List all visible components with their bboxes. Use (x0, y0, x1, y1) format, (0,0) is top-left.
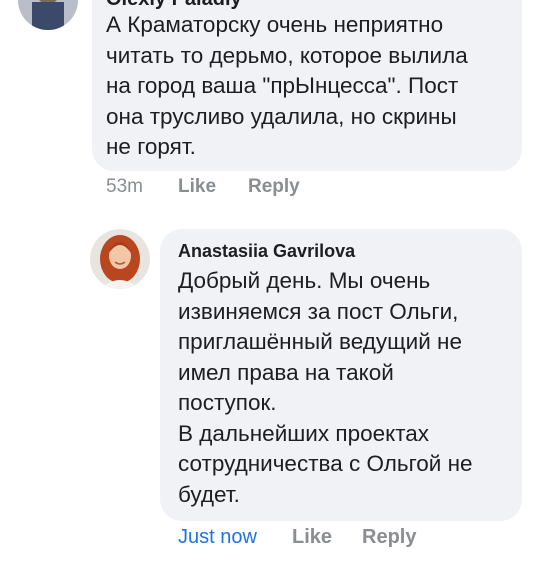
comment-timestamp[interactable]: Just now (178, 526, 292, 549)
comment-actions: Just now Like Reply (178, 524, 416, 550)
avatar[interactable] (90, 229, 150, 289)
like-button[interactable]: Like (292, 526, 362, 549)
comment-text: А Краматорску очень неприятно читать то … (106, 12, 468, 159)
like-button[interactable]: Like (178, 176, 248, 198)
comment-text: Добрый день. Мы очень извиняемся за пост… (178, 268, 473, 507)
avatar[interactable] (18, 0, 78, 30)
comment-author[interactable]: Anastasiia Gavrilova (178, 241, 355, 262)
reply-button[interactable]: Reply (362, 526, 416, 549)
reply-button[interactable]: Reply (248, 176, 300, 198)
comments-thread: Olexiy Paladiy А Краматорску очень непри… (0, 0, 540, 566)
comment-timestamp[interactable]: 53m (106, 176, 178, 198)
comment-actions: 53m Like Reply (106, 174, 300, 200)
